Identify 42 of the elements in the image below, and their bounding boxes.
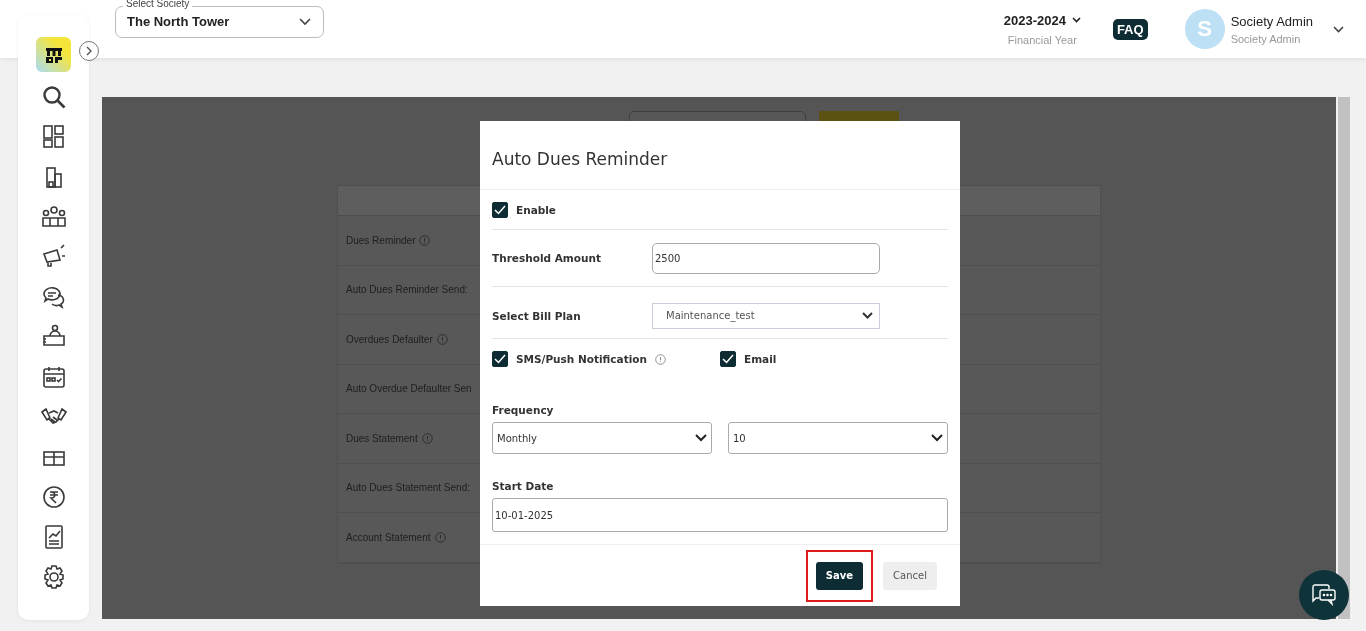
cancel-button[interactable]: Cancel	[883, 561, 937, 590]
logo-icon[interactable]	[36, 37, 71, 72]
rupee-icon[interactable]	[40, 484, 67, 510]
threshold-label: Threshold Amount	[492, 252, 602, 264]
row-label: Account Statement	[346, 531, 431, 543]
start-date-input[interactable]: 10-01-2025	[492, 498, 948, 532]
user-role: Society Admin	[1230, 32, 1302, 45]
chevron-down-icon	[299, 17, 311, 26]
scrollbar[interactable]	[1338, 97, 1350, 619]
dashboard-icon[interactable]	[40, 124, 67, 150]
frequency-select[interactable]: Monthly	[492, 422, 712, 454]
people-icon[interactable]	[40, 204, 67, 230]
bill-plan-select[interactable]: Maintenance_test	[652, 302, 880, 329]
user-name: Society Admin	[1230, 13, 1313, 29]
enable-checkbox[interactable]	[492, 201, 508, 218]
society-select-label: Select Society	[123, 0, 193, 9]
threshold-input[interactable]: 2500	[652, 242, 880, 274]
modal-title: Auto Dues Reminder	[480, 121, 960, 190]
chevron-down-icon[interactable]	[931, 434, 943, 442]
checkbox-label: Email	[744, 353, 777, 365]
faq-button[interactable]: FAQ	[1112, 18, 1148, 40]
enable-label: Enable	[516, 203, 556, 216]
search-icon[interactable]	[40, 84, 67, 110]
frequency-label: Frequency	[492, 404, 555, 416]
start-date-label: Start Date	[492, 480, 555, 492]
sms-checkbox[interactable]	[492, 351, 508, 367]
financial-year-label: Financial Year	[1007, 33, 1077, 46]
chat-icon[interactable]	[40, 284, 67, 310]
bill-plan-label: Select Bill Plan	[492, 309, 582, 322]
chevron-down-icon[interactable]	[1333, 25, 1344, 33]
megaphone-icon[interactable]	[40, 244, 67, 270]
calendar-icon[interactable]	[40, 364, 67, 390]
save-button[interactable]: Save	[815, 561, 864, 590]
financial-year-value[interactable]: 2023-2024	[1003, 12, 1066, 28]
chat-icon[interactable]	[1311, 583, 1337, 607]
checkbox-label: SMS/Push Notification	[516, 353, 647, 365]
chevron-down-icon[interactable]	[862, 312, 873, 319]
chevron-down-icon[interactable]	[1071, 17, 1081, 23]
chevron-down-icon[interactable]	[695, 434, 707, 442]
expand-sidebar-icon[interactable]	[79, 41, 99, 61]
email-checkbox[interactable]	[720, 351, 736, 367]
day-select[interactable]: 10	[728, 422, 948, 454]
